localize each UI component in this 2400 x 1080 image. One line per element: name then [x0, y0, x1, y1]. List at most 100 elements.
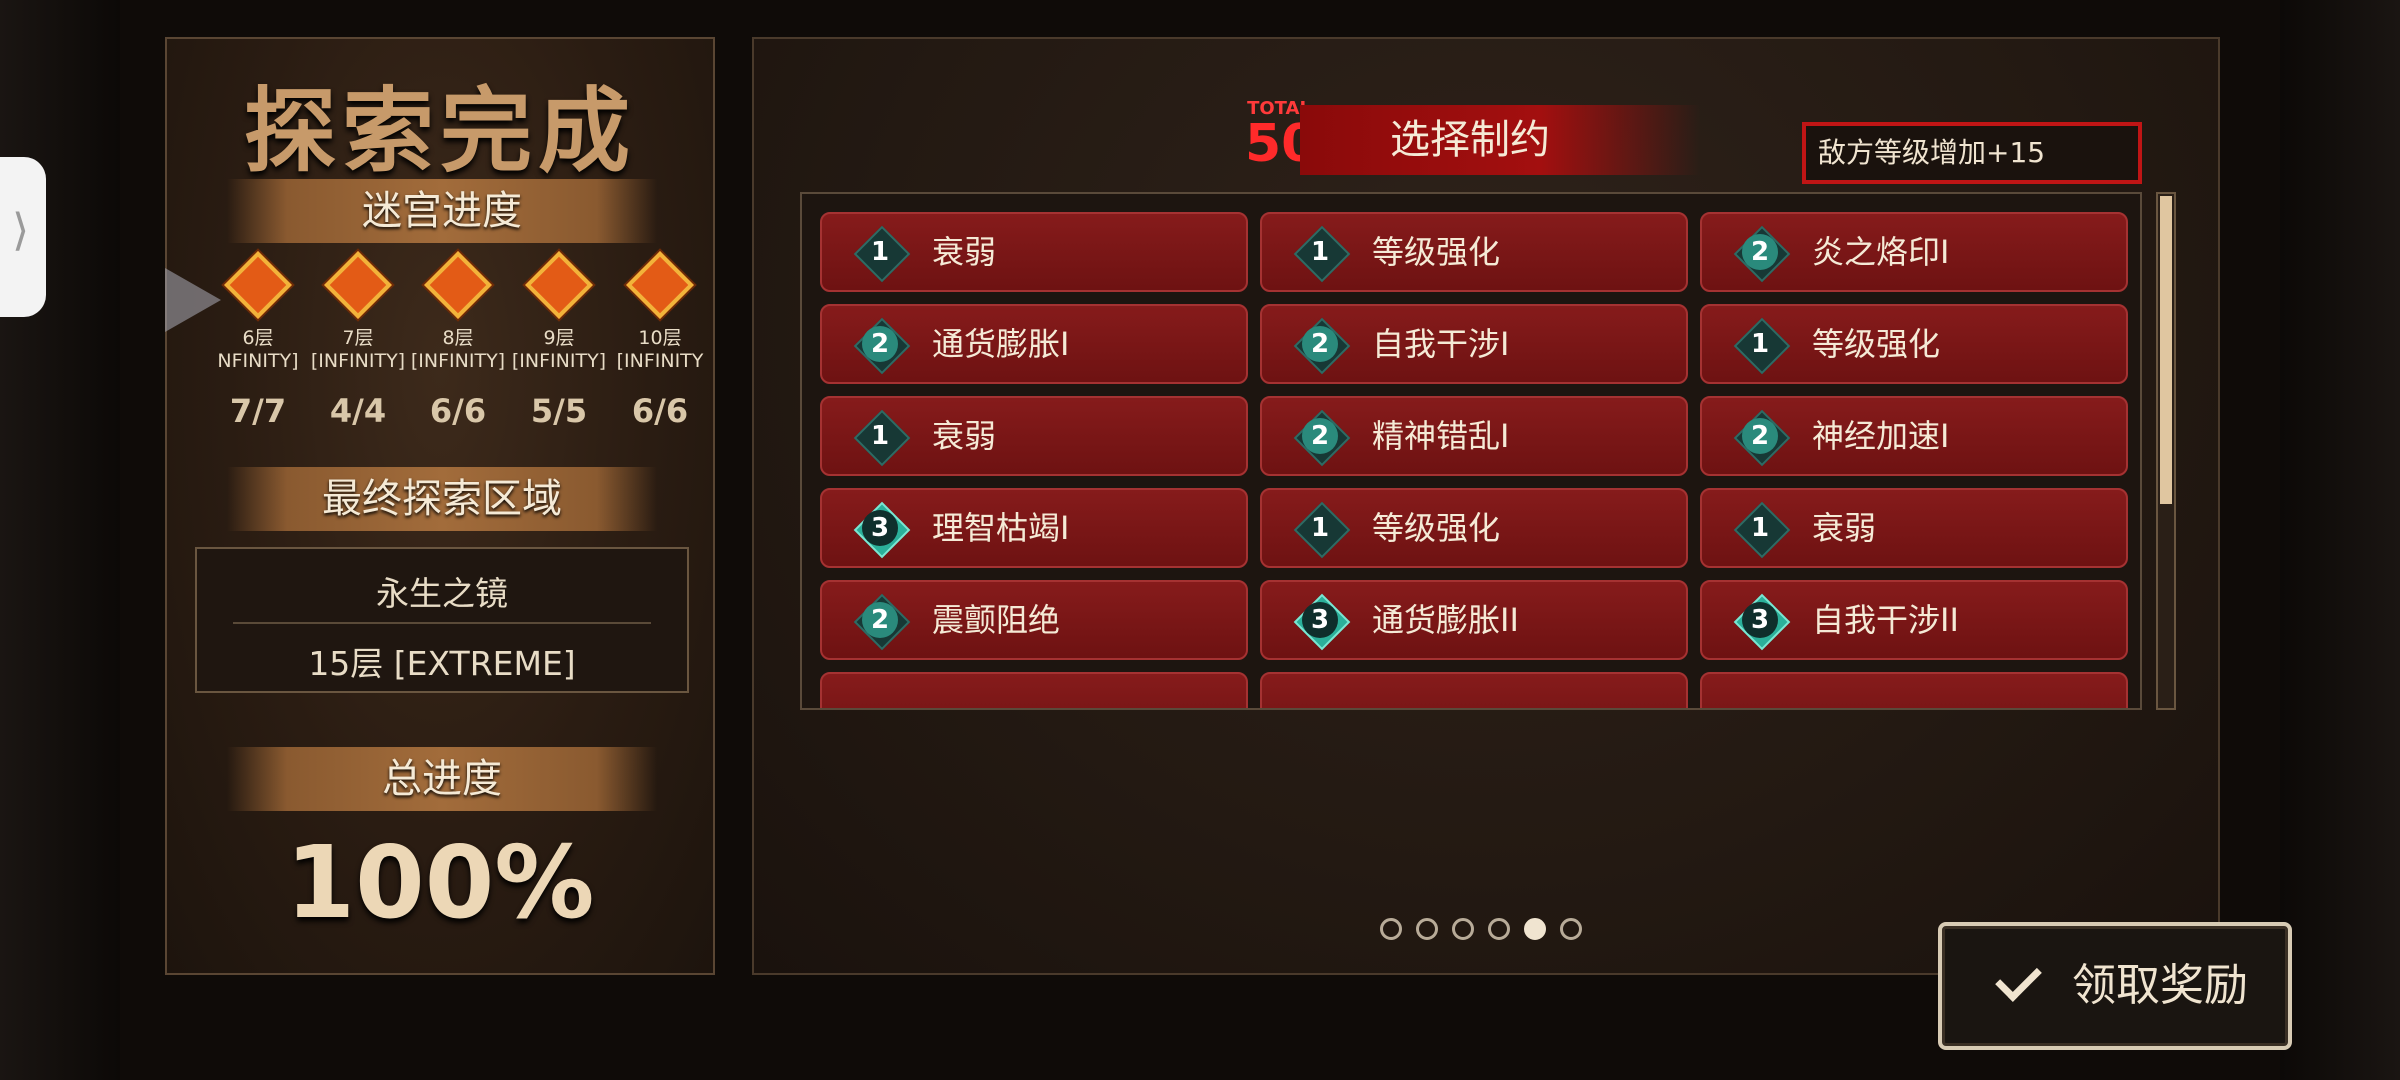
- restriction-cell[interactable]: 2 自我干涉I: [1260, 304, 1688, 384]
- final-area-box: 永生之镜 15层 [EXTREME]: [195, 547, 689, 693]
- page-dot[interactable]: [1524, 918, 1546, 940]
- restriction-cell[interactable]: 1 衰弱: [820, 212, 1248, 292]
- scroll-thumb[interactable]: [2160, 196, 2172, 504]
- floor-name: 9层: [543, 327, 575, 349]
- level-gem-icon: 3: [1733, 593, 1791, 651]
- floor-mode: [INFINITY: [616, 350, 704, 372]
- level-gem-icon: 2: [853, 593, 911, 651]
- level-gem-icon: 3: [853, 501, 911, 559]
- page-title: 探索完成: [243, 78, 636, 185]
- summary-panel: 探索完成 迷宫进度 6层 NFINITY] 7/7 7层 [INFINITY] …: [165, 37, 715, 975]
- level-gem-icon: 1: [853, 225, 911, 283]
- select-restriction-header: 选择制约: [1300, 105, 1700, 175]
- level-gem-icon: 2: [1733, 409, 1791, 467]
- level-gem-icon: 2: [1733, 225, 1791, 283]
- level-gem-icon: 1: [1733, 317, 1791, 375]
- restriction-label: 自我干涉I: [1372, 325, 1510, 363]
- floor-name: 7层: [342, 327, 374, 349]
- total-progress-value: 100%: [285, 824, 595, 941]
- page-dot[interactable]: [1452, 918, 1474, 940]
- level-number: 2: [862, 602, 898, 638]
- floor-mode: [INFINITY]: [511, 350, 607, 372]
- restriction-label: 等级强化: [1812, 325, 1941, 363]
- floor-item: 7层 [INFINITY] 4/4: [307, 251, 409, 430]
- restriction-label: 等级强化: [1372, 509, 1501, 547]
- restriction-label: 精神错乱I: [1372, 417, 1510, 455]
- floor-item: 8层 [INFINITY] 6/6: [407, 251, 509, 430]
- restriction-grid: 1 衰弱 1 等级强化 2 炎之烙印I 2 通货膨胀I 2 自我干涉I 1 等级强化 1 衰弱 2 精神错乱I…: [800, 192, 2142, 710]
- level-number: 2: [862, 326, 898, 362]
- restriction-label: 神经加速I: [1812, 417, 1950, 455]
- side-expand-handle[interactable]: ⟩: [0, 157, 46, 317]
- restriction-cell[interactable]: 1 等级强化: [1260, 212, 1688, 292]
- restriction-label: 通货膨胀I: [932, 325, 1070, 363]
- restriction-cell[interactable]: 1 等级强化: [1700, 304, 2128, 384]
- restriction-cell[interactable]: 2 炎之烙印I: [1700, 212, 2128, 292]
- level-gem-icon: 1: [1293, 501, 1351, 559]
- restriction-label: 自我干涉II: [1812, 601, 1959, 639]
- restriction-cell[interactable]: 3 自我干涉II: [1700, 580, 2128, 660]
- enemy-level-display: 敌方等级增加+15: [1802, 122, 2142, 184]
- restriction-cell-partial[interactable]: [1260, 672, 1688, 708]
- restriction-label: 通货膨胀II: [1372, 601, 1519, 639]
- level-number: 2: [1302, 418, 1338, 454]
- level-number: 3: [1742, 602, 1778, 638]
- floor-list: 6层 NFINITY] 7/7 7层 [INFINITY] 4/4 8层 [IN…: [207, 251, 703, 471]
- restriction-cell[interactable]: 2 神经加速I: [1700, 396, 2128, 476]
- floor-mode: [INFINITY]: [410, 350, 506, 372]
- floor-item: 6层 NFINITY] 7/7: [207, 251, 309, 430]
- restriction-cell-partial[interactable]: [1700, 672, 2128, 708]
- restriction-cell-partial[interactable]: [820, 672, 1248, 708]
- level-number: 1: [1310, 237, 1330, 267]
- restriction-label: 衰弱: [932, 417, 997, 455]
- floor-count: 7/7: [229, 392, 287, 430]
- page-indicator: [1380, 918, 1600, 948]
- floor-name: 10层: [638, 327, 682, 349]
- level-gem-icon: 2: [1293, 317, 1351, 375]
- floor-name: 6层: [242, 327, 274, 349]
- restriction-cell[interactable]: 2 通货膨胀I: [820, 304, 1248, 384]
- level-gem-icon: 1: [853, 409, 911, 467]
- restriction-cell[interactable]: 2 精神错乱I: [1260, 396, 1688, 476]
- claim-reward-label: 领取奖励: [2072, 960, 2248, 1011]
- total-progress-heading: 总进度: [227, 747, 657, 811]
- floor-count: 4/4: [329, 392, 387, 430]
- level-number: 1: [1750, 329, 1770, 359]
- restriction-label: 等级强化: [1372, 233, 1501, 271]
- restriction-cell[interactable]: 1 衰弱: [820, 396, 1248, 476]
- restriction-label: 炎之烙印I: [1812, 233, 1950, 271]
- floor-mode: [INFINITY]: [310, 350, 406, 372]
- floor-name: 8层: [442, 327, 474, 349]
- level-number: 1: [1310, 513, 1330, 543]
- level-gem-icon: 1: [1733, 501, 1791, 559]
- floor-item: 10层 [INFINITY 6/6: [609, 251, 711, 430]
- page-dot[interactable]: [1416, 918, 1438, 940]
- level-gem-icon: 1: [1293, 225, 1351, 283]
- level-number: 2: [1302, 326, 1338, 362]
- page-dot[interactable]: [1560, 918, 1582, 940]
- level-number: 3: [1302, 602, 1338, 638]
- restriction-cell[interactable]: 3 通货膨胀II: [1260, 580, 1688, 660]
- checkmark-icon: [1995, 955, 2042, 1002]
- level-gem-icon: 2: [1293, 409, 1351, 467]
- page-dot[interactable]: [1488, 918, 1510, 940]
- restriction-cell[interactable]: 1 衰弱: [1700, 488, 2128, 568]
- claim-reward-button[interactable]: 领取奖励: [1938, 922, 2292, 1050]
- frame-right-edge: [2280, 0, 2400, 1080]
- restriction-label: 理智枯竭I: [932, 509, 1070, 547]
- page-dot[interactable]: [1380, 918, 1402, 940]
- restriction-cell[interactable]: 3 理智枯竭I: [820, 488, 1248, 568]
- triangle-arrow-icon[interactable]: [165, 268, 221, 332]
- clear-medal-icon: [224, 251, 292, 319]
- level-number: 1: [870, 237, 890, 267]
- floor-count: 5/5: [530, 392, 588, 430]
- restriction-label: 衰弱: [1812, 509, 1877, 547]
- final-area-name: 永生之镜: [376, 574, 508, 613]
- restriction-cell[interactable]: 2 震颤阻绝: [820, 580, 1248, 660]
- final-area-floor: 15层 [EXTREME]: [308, 644, 576, 683]
- restriction-scrollbar[interactable]: [2156, 192, 2176, 710]
- level-gem-icon: 2: [853, 317, 911, 375]
- restriction-cell[interactable]: 1 等级强化: [1260, 488, 1688, 568]
- level-number: 2: [1742, 234, 1778, 270]
- level-number: 3: [862, 510, 898, 546]
